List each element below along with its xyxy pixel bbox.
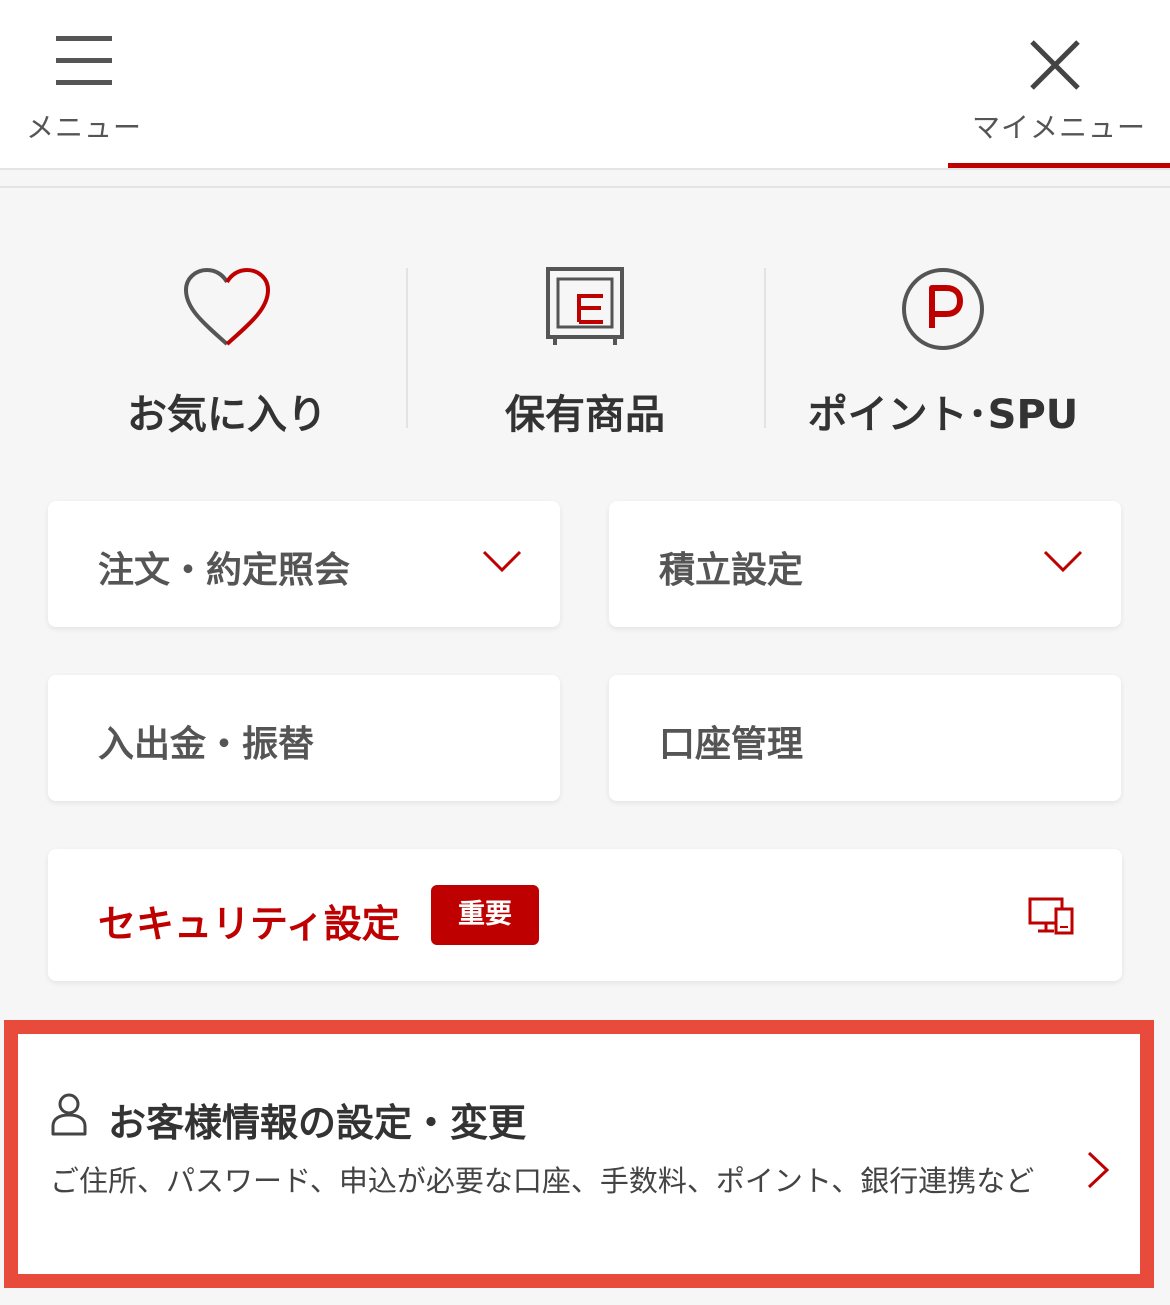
orders-label: 注文・約定照会 [98, 550, 351, 591]
chevron-down-icon [482, 550, 522, 573]
customer-info-link[interactable]: お客様情報の設定・変更 ご住所、パスワード、申込が必要な口座、手数料、ポイント、… [20, 1054, 1140, 1274]
close-icon [1030, 40, 1080, 90]
heart-icon [184, 268, 270, 346]
security-label: セキュリティ設定 [98, 902, 400, 946]
point-p-icon [902, 268, 984, 350]
points-shortcut[interactable]: ポイント･SPU [764, 250, 1122, 450]
mymenu-tab[interactable]: マイメニュー [948, 28, 1170, 170]
important-badge: 重要 [431, 885, 539, 945]
orders-card[interactable]: 注文・約定照会 [48, 501, 560, 627]
security-settings-card[interactable]: セキュリティ設定 重要 [48, 849, 1122, 981]
my-menu-page: メニュー マイメニュー お気に入り 保有商品 ポイント･SPU 注文・約定照会 … [0, 0, 1170, 1305]
chevron-right-icon [1087, 1151, 1110, 1189]
deposit-card[interactable]: 入出金・振替 [48, 675, 560, 801]
holdings-shortcut[interactable]: 保有商品 [406, 250, 764, 450]
customer-info-title: お客様情報の設定・変更 [108, 1101, 527, 1145]
top-header: メニュー マイメニュー [0, 0, 1170, 170]
shortcut-row: お気に入り 保有商品 ポイント･SPU [48, 250, 1122, 450]
favorites-shortcut[interactable]: お気に入り [48, 250, 406, 450]
points-label: ポイント･SPU [807, 392, 1079, 438]
favorites-label: お気に入り [127, 392, 327, 438]
mymenu-label: マイメニュー [971, 111, 1146, 144]
header-divider [0, 168, 1170, 170]
header-divider-secondary [0, 186, 1170, 188]
account-label: 口座管理 [659, 724, 804, 765]
menu-button[interactable]: メニュー [22, 28, 146, 148]
account-card[interactable]: 口座管理 [609, 675, 1121, 801]
menu-label: メニュー [25, 111, 142, 144]
holdings-icon [546, 267, 624, 345]
person-icon [51, 1093, 87, 1136]
savings-card[interactable]: 積立設定 [609, 501, 1121, 627]
deposit-label: 入出金・振替 [98, 724, 315, 765]
hamburger-icon [56, 36, 112, 85]
savings-label: 積立設定 [659, 550, 804, 591]
customer-info-description: ご住所、パスワード、申込が必要な口座、手数料、ポイント、銀行連携など [50, 1164, 1035, 1198]
holdings-label: 保有商品 [505, 392, 665, 438]
chevron-down-icon [1043, 550, 1083, 573]
devices-icon [1028, 897, 1074, 935]
